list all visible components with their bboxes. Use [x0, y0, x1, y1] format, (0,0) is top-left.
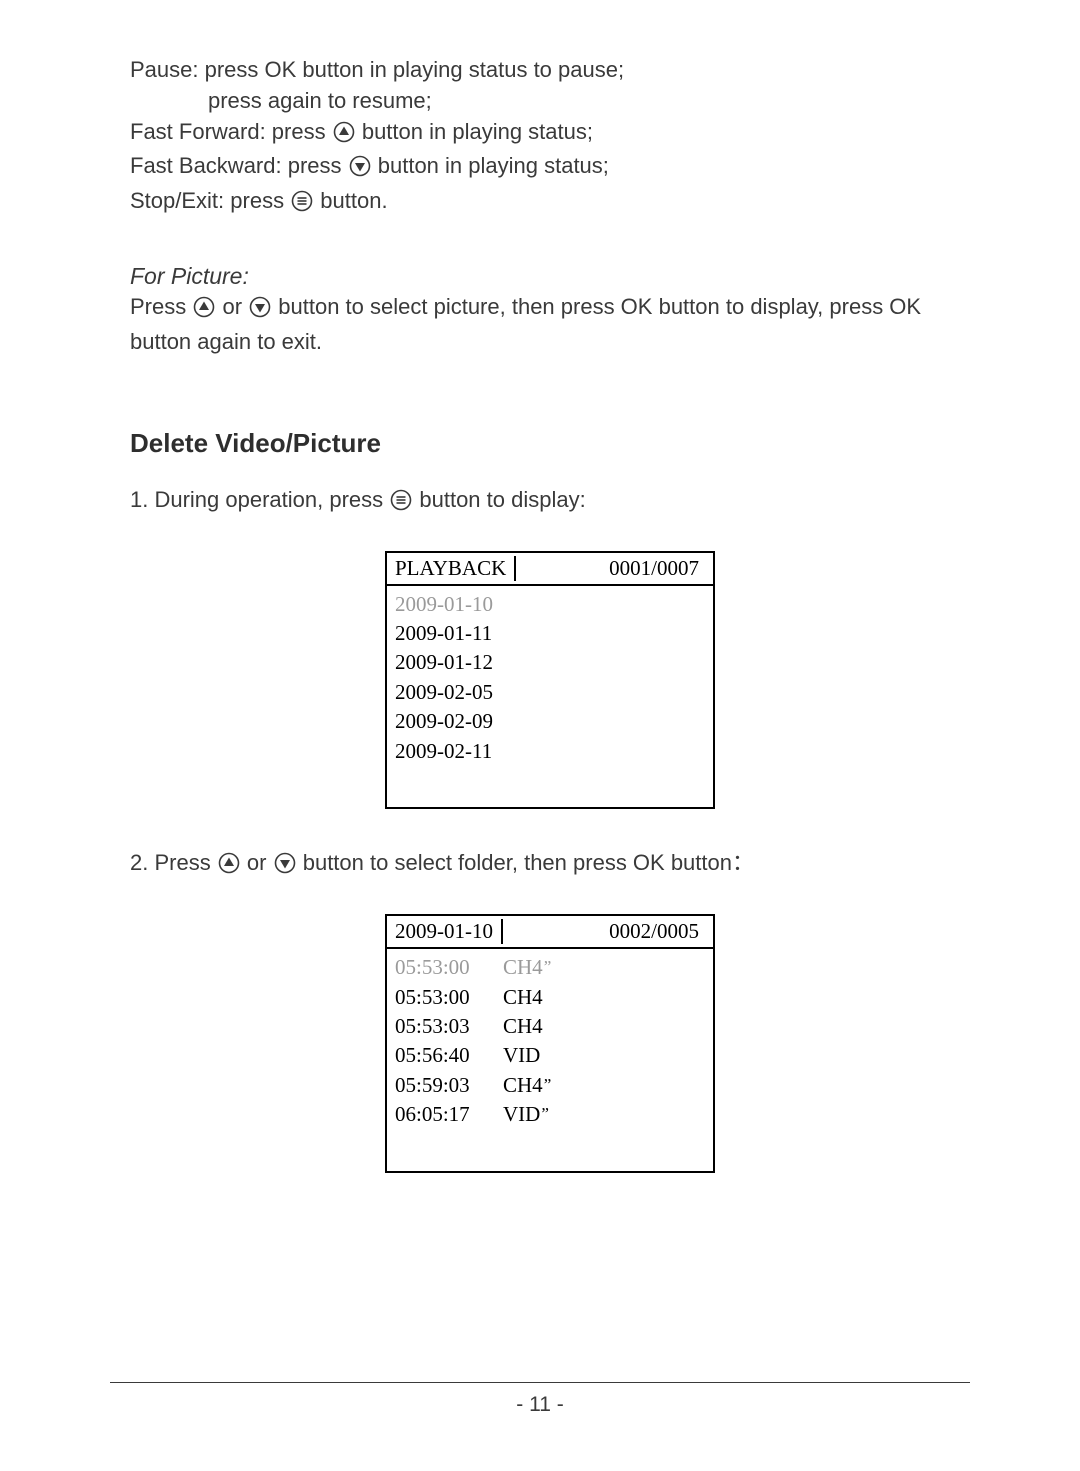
fast-forward-line: Fast Forward: press button in playing st…	[130, 117, 970, 152]
stop-prefix: Stop/Exit: press	[130, 188, 290, 213]
step2-prefix: 2. Press	[130, 850, 217, 875]
list-item: 06:05:17 VID”	[395, 1100, 705, 1129]
playback-screen: PLAYBACK 0001/0007 2009-01-102009-01-112…	[385, 551, 715, 810]
folder-screen: 2009-01-10 0002/0005 05:53:00CH4”05:53:0…	[385, 914, 715, 1173]
fp-mid: or	[216, 294, 248, 319]
row-time: 05:56:40	[395, 1041, 485, 1070]
intro-block: Pause: press OK button in playing status…	[130, 55, 970, 221]
down-triangle-circle-icon	[274, 852, 296, 880]
row-type: VID	[503, 1041, 540, 1070]
pause-line-1: Pause: press OK button in playing status…	[130, 55, 970, 86]
step2-mid: or	[241, 850, 273, 875]
row-type: CH4”	[503, 953, 551, 982]
stop-exit-line: Stop/Exit: press button.	[130, 186, 970, 221]
row-time: 06:05:17	[395, 1100, 485, 1129]
menu-circle-icon	[390, 489, 412, 517]
list-item: 05:56:40 VID	[395, 1041, 705, 1070]
page-number: - 11 -	[110, 1382, 970, 1417]
list-item: 2009-02-05	[395, 678, 705, 707]
row-type: VID”	[503, 1100, 549, 1129]
step-1: 1. During operation, press button to dis…	[130, 487, 970, 517]
fast-backward-line: Fast Backward: press button in playing s…	[130, 151, 970, 186]
list-item: 2009-01-11	[395, 619, 705, 648]
step2-suffix: button to select folder, then press OK b…	[297, 850, 754, 875]
row-time: 05:53:00	[395, 983, 485, 1012]
manual-page: Pause: press OK button in playing status…	[0, 0, 1080, 1471]
fb-prefix: Fast Backward: press	[130, 153, 348, 178]
ff-prefix: Fast Forward: press	[130, 119, 332, 144]
row-type: CH4	[503, 983, 543, 1012]
up-triangle-circle-icon	[218, 852, 240, 880]
menu-circle-icon	[291, 190, 313, 221]
playback-title: PLAYBACK	[387, 556, 516, 581]
stop-suffix: button.	[314, 188, 387, 213]
row-type: CH4”	[503, 1071, 551, 1100]
folder-counter: 0002/0005	[609, 919, 703, 944]
row-time: 05:53:00	[395, 953, 485, 982]
quote-mark-icon: ”	[540, 1104, 549, 1123]
list-item: 2009-02-09	[395, 707, 705, 736]
section-title: Delete Video/Picture	[130, 428, 970, 459]
quote-mark-icon: ”	[543, 1075, 552, 1094]
list-item: 2009-01-12	[395, 648, 705, 677]
down-triangle-circle-icon	[349, 155, 371, 186]
list-item: 05:53:00 CH4	[395, 983, 705, 1012]
list-item: 05:59:03 CH4”	[395, 1071, 705, 1100]
quote-mark-icon: ”	[543, 957, 552, 976]
playback-counter: 0001/0007	[609, 556, 703, 581]
playback-screen-header: PLAYBACK 0001/0007	[387, 553, 713, 586]
ff-suffix: button in playing status;	[356, 119, 593, 144]
up-triangle-circle-icon	[333, 121, 355, 152]
folder-list: 05:53:00CH4”05:53:00CH405:53:03CH405:56:…	[387, 949, 713, 1171]
playback-list: 2009-01-102009-01-112009-01-122009-02-05…	[387, 586, 713, 808]
row-time: 05:53:03	[395, 1012, 485, 1041]
step-2: 2. Press or button to select folder, the…	[130, 845, 970, 880]
step1-prefix: 1. During operation, press	[130, 487, 389, 512]
up-triangle-circle-icon	[193, 296, 215, 327]
for-picture-heading: For Picture:	[130, 263, 970, 290]
down-triangle-circle-icon	[249, 296, 271, 327]
folder-screen-header: 2009-01-10 0002/0005	[387, 916, 713, 949]
row-time: 05:59:03	[395, 1071, 485, 1100]
fb-suffix: button in playing status;	[372, 153, 609, 178]
list-item-blank	[395, 766, 705, 795]
pause-line-2: press again to resume;	[130, 86, 970, 117]
folder-title: 2009-01-10	[387, 919, 503, 944]
list-item: 2009-02-11	[395, 737, 705, 766]
list-item: 05:53:00 CH4”	[395, 953, 705, 982]
list-item-blank	[395, 1130, 705, 1159]
row-type: CH4	[503, 1012, 543, 1041]
for-picture-body: Press or button to select picture, then …	[130, 292, 970, 358]
fp-prefix: Press	[130, 294, 192, 319]
list-item: 05:53:03 CH4	[395, 1012, 705, 1041]
list-item: 2009-01-10	[395, 590, 705, 619]
step1-suffix: button to display:	[413, 487, 585, 512]
